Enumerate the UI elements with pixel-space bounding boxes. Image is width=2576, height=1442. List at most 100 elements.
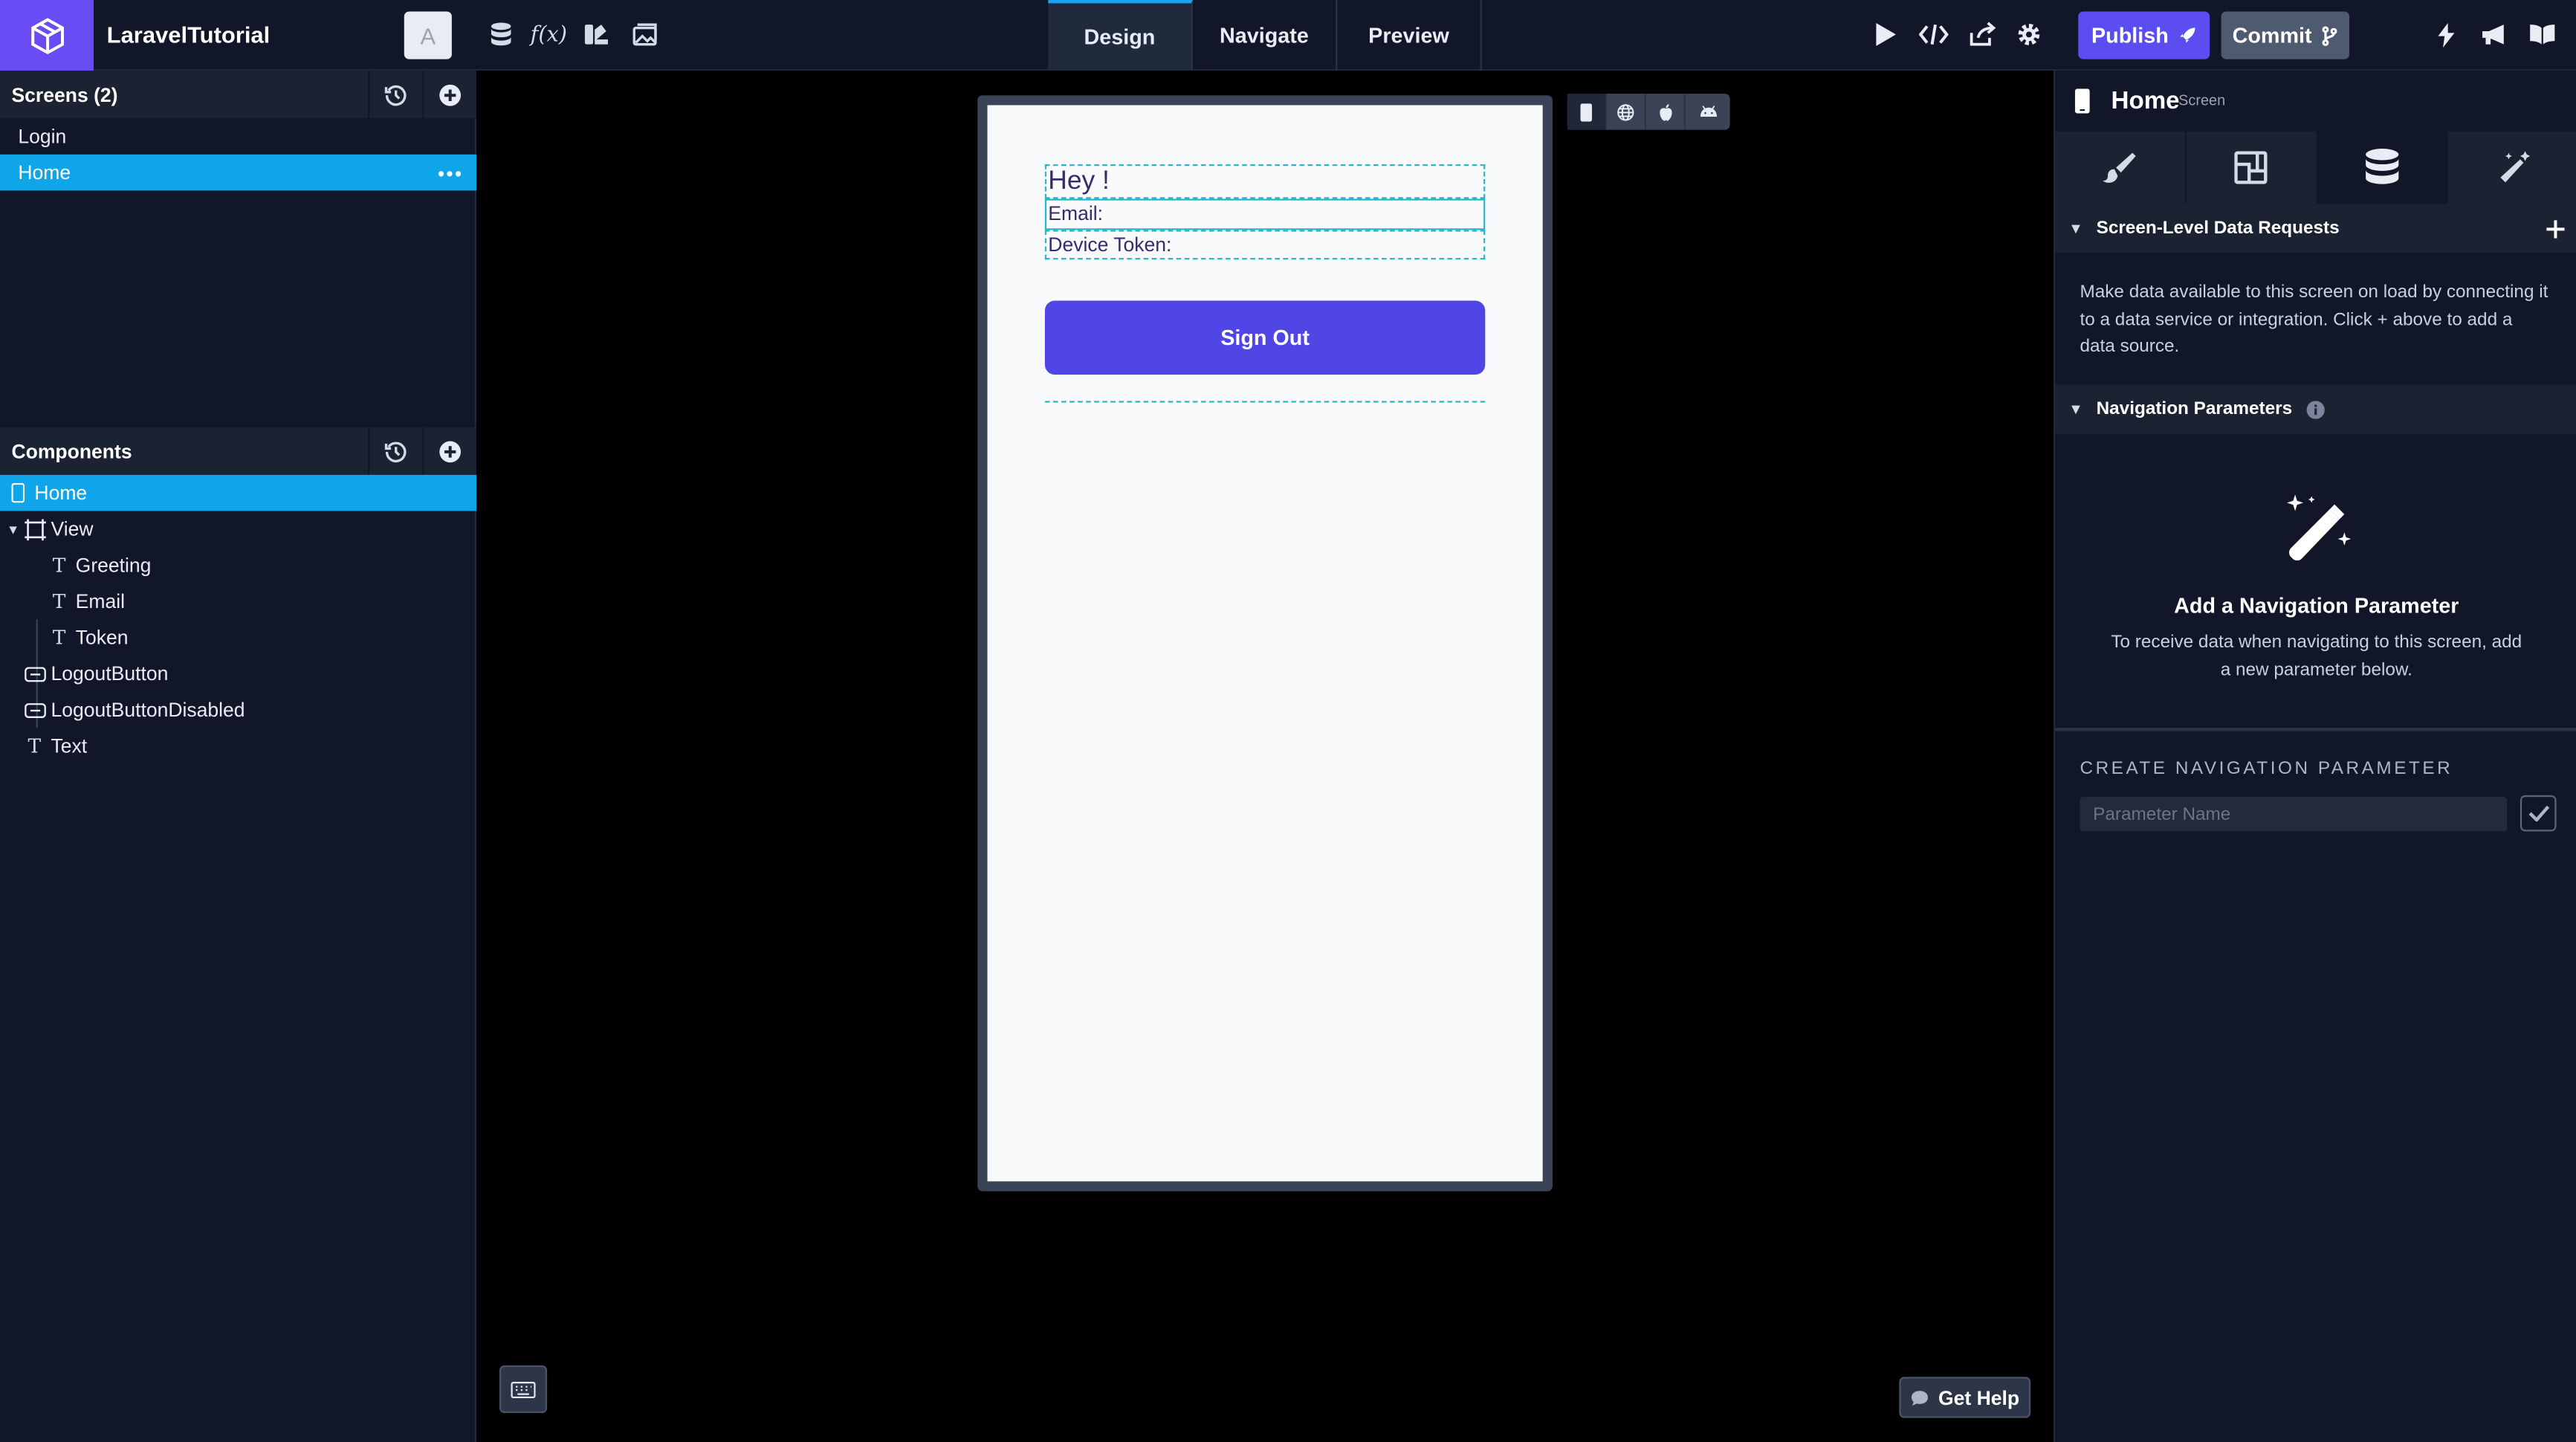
tree-item-label: LogoutButtonDisabled (51, 698, 245, 722)
screen-item-home[interactable]: Home ••• (0, 154, 477, 191)
web-icon[interactable] (1607, 93, 1646, 130)
add-data-request-icon[interactable] (2546, 219, 2565, 238)
nav-params-header[interactable]: ▼ Navigation Parameters (2055, 384, 2576, 434)
keyboard-shortcuts-button[interactable] (499, 1365, 548, 1414)
tree-item-email[interactable]: T Email (0, 583, 476, 620)
create-param-label: CREATE NAVIGATION PARAMETER (2080, 759, 2453, 779)
commit-label: Commit (2232, 22, 2312, 48)
history-icon[interactable] (368, 71, 422, 119)
app-logo[interactable] (0, 0, 94, 71)
history-icon[interactable] (368, 427, 422, 475)
gear-icon[interactable] (2011, 16, 2048, 53)
commit-button[interactable]: Commit (2221, 11, 2350, 59)
bolt-icon[interactable] (2428, 16, 2465, 53)
add-screen-icon[interactable] (422, 71, 476, 119)
brush-icon (2103, 152, 2137, 183)
cube-logo-icon (30, 17, 63, 54)
database-icon[interactable] (483, 16, 520, 53)
tree-item-label: Home (34, 481, 88, 505)
tree-item-text[interactable]: T Text (0, 728, 476, 764)
tree-item-label: LogoutButton (51, 662, 169, 685)
tree-item-home[interactable]: Home (0, 474, 477, 511)
inspector-subtitle: Screen (2178, 91, 2226, 109)
button-type-icon (23, 662, 46, 685)
phone-screen[interactable]: Hey ! Email: Device Token: Sign Out (987, 105, 1543, 1182)
share-icon[interactable] (1964, 16, 2000, 53)
function-icon[interactable]: f(x) (531, 16, 567, 53)
tree-item-token[interactable]: T Token (0, 619, 476, 656)
tab-design[interactable]: Design (1048, 0, 1193, 71)
screens-title: Screens (2) (11, 83, 118, 106)
greeting-text[interactable]: Hey ! (1044, 164, 1486, 199)
caret-down-icon[interactable]: ▼ (7, 522, 23, 537)
database-icon (2365, 149, 2399, 184)
tree-item-greeting[interactable]: T Greeting (0, 547, 476, 583)
components-header: Components (0, 427, 477, 475)
mode-tabs: Design Navigate Preview (1048, 0, 1482, 71)
email-text[interactable]: Email: (1044, 198, 1486, 230)
tab-preview[interactable]: Preview (1337, 0, 1482, 71)
screens-header: Screens (2) (0, 71, 477, 119)
view-boundary (1044, 401, 1486, 403)
app-root: LaravelTutorial A f(x) Design Navigate P… (0, 0, 2576, 1442)
more-options-icon[interactable]: ••• (438, 163, 464, 186)
design-canvas[interactable]: Hey ! Email: Device Token: Sign Out Get … (476, 71, 2054, 1442)
data-tab[interactable] (2317, 131, 2449, 204)
tree-item-label: Greeting (75, 553, 152, 577)
get-help-label: Get Help (1938, 1386, 2020, 1409)
apple-icon[interactable] (1646, 93, 1686, 130)
info-icon[interactable] (2307, 400, 2326, 418)
screen-item-login[interactable]: Login (0, 118, 476, 155)
nav-params-empty-text: To receive data when navigating to this … (2111, 633, 2522, 680)
data-requests-header[interactable]: ▼ Screen-Level Data Requests (2055, 204, 2576, 253)
play-icon[interactable] (1868, 16, 1904, 53)
publish-button[interactable]: Publish (2078, 11, 2210, 59)
tree-item-view[interactable]: ▼ View (0, 511, 476, 547)
parameter-name-input[interactable] (2080, 797, 2508, 832)
theme-icon[interactable] (578, 16, 615, 53)
layout-tab[interactable] (2186, 131, 2317, 204)
docs-book-icon[interactable] (2523, 16, 2560, 53)
tree-item-logoutbuttondisabled[interactable]: LogoutButtonDisabled (0, 692, 476, 728)
inspector-panel: Home Screen ▼ Screen-Level Data Requests… (2054, 71, 2576, 1442)
add-component-icon[interactable] (422, 427, 476, 475)
avatar[interactable]: A (404, 11, 452, 59)
phone-icon (2074, 88, 2090, 114)
nav-params-title: Navigation Parameters (2096, 399, 2293, 419)
tree-item-label: Email (75, 589, 126, 613)
tree-item-logoutbutton[interactable]: LogoutButton (0, 656, 476, 692)
image-icon[interactable] (626, 16, 662, 53)
nav-params-empty-title: Add a Navigation Parameter (2174, 592, 2459, 618)
left-panel: Screens (2) Login Home ••• Components Ho… (0, 71, 477, 1442)
phone-icon[interactable] (1567, 93, 1607, 130)
token-text[interactable]: Device Token: (1044, 230, 1486, 260)
inspector-title: Home (2111, 87, 2180, 115)
text-type-icon: T (52, 553, 66, 577)
magic-wand-icon (2287, 494, 2352, 561)
magic-wand-icon (2499, 151, 2530, 183)
phone-icon (7, 482, 30, 505)
sign-out-button[interactable]: Sign Out (1044, 300, 1486, 375)
tree-item-label: Text (51, 734, 88, 758)
android-icon[interactable] (1686, 94, 1730, 130)
rocket-icon (2180, 28, 2195, 43)
confirm-parameter-button[interactable] (2520, 795, 2557, 832)
style-tab[interactable] (2055, 131, 2187, 204)
tree-item-label: Token (75, 626, 129, 650)
divider (2055, 728, 2576, 731)
megaphone-icon[interactable] (2476, 16, 2512, 53)
data-requests-title: Screen-Level Data Requests (2096, 218, 2340, 239)
code-icon[interactable] (1915, 16, 1952, 53)
platform-switcher (1567, 93, 1730, 130)
get-help-button[interactable]: Get Help (1899, 1377, 2031, 1418)
screen-item-label: Login (18, 124, 67, 148)
git-branch-icon (2322, 25, 2337, 45)
components-title: Components (11, 439, 132, 463)
text-type-icon: T (52, 589, 66, 613)
magic-tab[interactable] (2448, 131, 2576, 204)
phone-frame: Hey ! Email: Device Token: Sign Out (977, 95, 1553, 1192)
chevron-down-icon: ▼ (2068, 401, 2083, 418)
app-title: LaravelTutorial (106, 21, 271, 48)
tab-navigate[interactable]: Navigate (1193, 0, 1338, 71)
layout-icon (2234, 151, 2268, 184)
